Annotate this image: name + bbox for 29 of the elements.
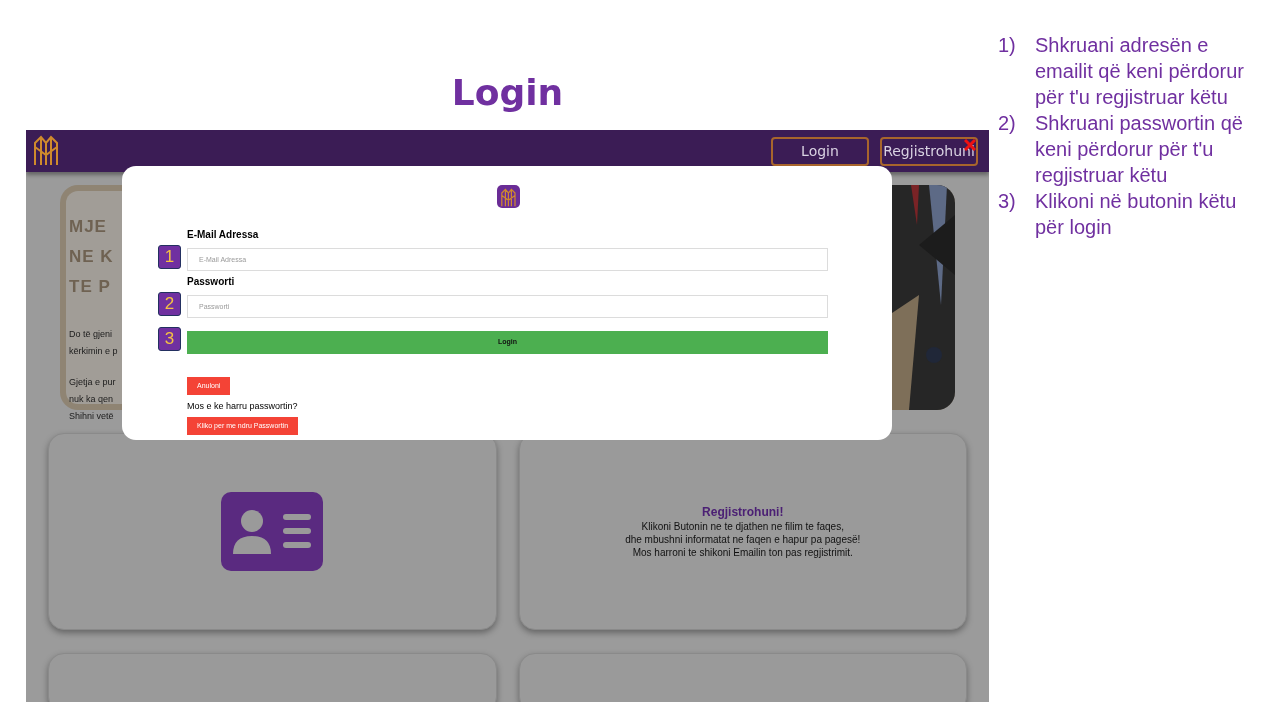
step-number: 1) — [998, 33, 1017, 58]
step-badge: 1 — [158, 245, 181, 269]
step-number: 3) — [998, 189, 1017, 214]
card-text: Klikoni Butonin ne te djathen ne filim te faqes, — [641, 520, 844, 533]
forgot-password-text: Mos e ke harru passwortin? — [187, 399, 299, 412]
card-text: dhe mbushni informatat ne faqen e hapur pa pagesë! — [625, 533, 861, 546]
hero-text-line: Gjetja e pur — [69, 376, 116, 389]
hero-text-line: nuk ka qen — [69, 393, 114, 406]
instruction-text: Shkruani adresën e emailit që keni përdorur për t'u regjistruar këtu — [1035, 33, 1245, 110]
step-badge: 2 — [158, 292, 181, 316]
field-label: Passworti — [187, 275, 236, 289]
step-number: 2) — [998, 111, 1017, 136]
field-label: E-Mail Adressa — [187, 228, 260, 242]
hero-heading-line: MJE — [69, 216, 107, 238]
nav-button[interactable]: Login — [771, 136, 869, 166]
card-text: Mos harroni te shikoni Emailin ton pas regjistrimit. — [632, 546, 853, 559]
hero-heading-line: NE K — [69, 246, 114, 268]
hero-text-line: kërkimin e p — [69, 345, 118, 358]
instruction-text: Shkruani passwortin që keni përdorur për t'u regjistruar këtu — [1035, 111, 1244, 188]
logo-icon — [496, 185, 520, 208]
instruction-text: Klikoni në butonin këtu për login — [1035, 189, 1238, 240]
hero-heading-line: TE P — [69, 276, 111, 298]
hero-text-line: Shihni vetë — [69, 410, 114, 423]
hero-text-line: Do të gjeni — [69, 328, 113, 341]
step-badge: 3 — [158, 327, 181, 351]
slide-title: Login — [450, 71, 565, 115]
nav-button[interactable]: Regjistrohuni — [880, 136, 978, 166]
card-title: Regjistrohuni! — [702, 504, 784, 520]
id-card-icon — [221, 492, 324, 571]
